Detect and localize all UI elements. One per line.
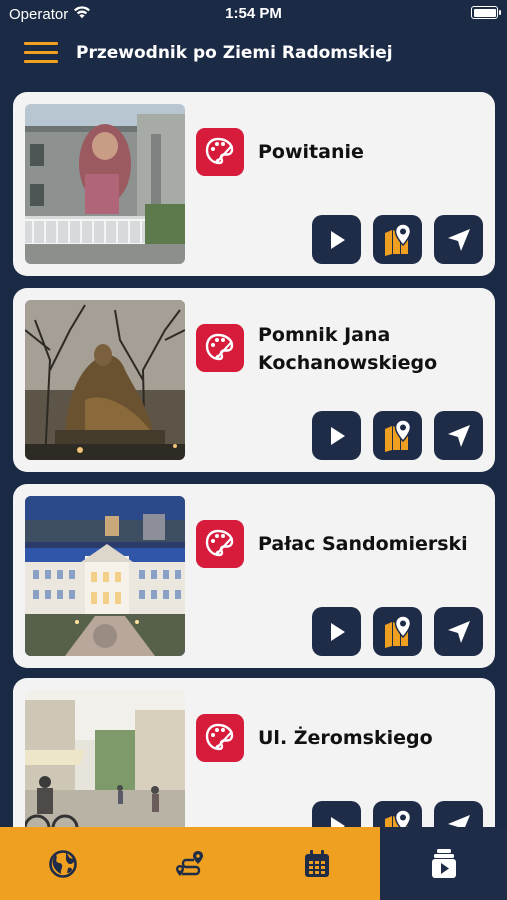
- place-title: Powitanie: [258, 141, 364, 163]
- palette-icon: [196, 128, 244, 176]
- globe-icon: [49, 849, 78, 878]
- place-photo: [25, 300, 185, 460]
- status-bar: Operator 1:54 PM: [0, 0, 507, 28]
- play-icon: [330, 230, 345, 249]
- page-title: Przewodnik po Ziemi Radomskiej: [76, 43, 393, 63]
- map-pin-icon: [384, 614, 411, 648]
- list-item[interactable]: Powitanie: [13, 92, 495, 276]
- list-item[interactable]: Pomnik Jana Kochanowskiego: [13, 288, 495, 472]
- item-actions: [312, 411, 483, 460]
- navigate-arrow-icon: [447, 620, 470, 643]
- tab-explore[interactable]: [0, 827, 127, 900]
- navigate-arrow-icon: [447, 228, 470, 251]
- map-pin-icon: [384, 222, 411, 256]
- map-pin-icon: [384, 808, 411, 827]
- play-button[interactable]: [312, 607, 361, 656]
- navigate-button[interactable]: [434, 801, 483, 827]
- place-title: Ul. Żeromskiego: [258, 727, 433, 749]
- map-button[interactable]: [373, 607, 422, 656]
- calendar-icon: [304, 849, 329, 877]
- item-actions: [312, 215, 483, 264]
- play-icon: [330, 426, 345, 445]
- play-icon: [330, 816, 345, 827]
- item-actions: [312, 607, 483, 656]
- audio-guide-icon: [431, 848, 456, 878]
- bottom-tab-bar: [0, 827, 507, 900]
- map-button[interactable]: [373, 411, 422, 460]
- tab-routes[interactable]: [127, 827, 254, 900]
- route-icon: [176, 850, 204, 876]
- play-button[interactable]: [312, 215, 361, 264]
- navigate-button[interactable]: [434, 215, 483, 264]
- places-list[interactable]: Powitanie Pomnik Jana Kochanowskiego Pał…: [0, 78, 507, 827]
- palette-icon: [196, 324, 244, 372]
- navigate-button[interactable]: [434, 607, 483, 656]
- map-button[interactable]: [373, 801, 422, 827]
- list-item[interactable]: Ul. Żeromskiego: [13, 678, 495, 827]
- tab-audio-guide[interactable]: [380, 827, 507, 900]
- place-photo: [25, 690, 185, 827]
- navigate-button[interactable]: [434, 411, 483, 460]
- map-button[interactable]: [373, 215, 422, 264]
- place-photo: [25, 104, 185, 264]
- map-pin-icon: [384, 418, 411, 452]
- palette-icon: [196, 714, 244, 762]
- app-header: Przewodnik po Ziemi Radomskiej: [0, 28, 507, 78]
- list-item[interactable]: Pałac Sandomierski: [13, 484, 495, 668]
- battery-icon: [471, 6, 501, 19]
- tab-calendar[interactable]: [254, 827, 381, 900]
- item-actions: [312, 801, 483, 827]
- navigate-arrow-icon: [447, 424, 470, 447]
- palette-icon: [196, 520, 244, 568]
- place-title: Pałac Sandomierski: [258, 533, 468, 555]
- hamburger-menu-icon[interactable]: [24, 40, 58, 66]
- play-icon: [330, 622, 345, 641]
- navigate-arrow-icon: [447, 814, 470, 827]
- place-title: Pomnik Jana Kochanowskiego: [258, 324, 438, 374]
- status-time: 1:54 PM: [225, 5, 282, 22]
- play-button[interactable]: [312, 411, 361, 460]
- place-photo: [25, 496, 185, 656]
- play-button[interactable]: [312, 801, 361, 827]
